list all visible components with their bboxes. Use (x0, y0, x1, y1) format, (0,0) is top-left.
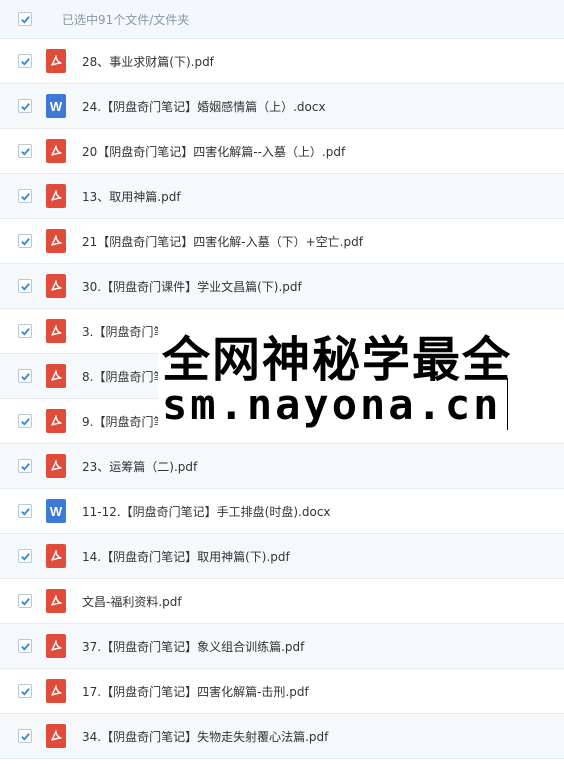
file-row[interactable]: 23、运筹篇（二).pdf (0, 444, 564, 489)
selection-header: 已选中91个文件/文件夹 (0, 0, 564, 39)
checkmark-icon (20, 507, 30, 516)
file-row[interactable]: W 11-12.【阴盘奇门笔记】手工排盘(时盘).docx (0, 489, 564, 534)
pdf-file-icon (46, 184, 66, 208)
checkmark-icon (20, 552, 30, 561)
file-checkbox[interactable] (18, 504, 32, 518)
file-checkbox[interactable] (18, 414, 32, 428)
pdf-file-icon (46, 229, 66, 253)
file-row[interactable]: 21【阴盘奇门笔记】四害化解-入墓（下）+空亡.pdf (0, 219, 564, 264)
file-name[interactable]: 9.【阴盘奇门笔 (82, 413, 165, 430)
file-checkbox[interactable] (18, 279, 32, 293)
file-row[interactable]: 28、事业求财篇(下).pdf (0, 39, 564, 84)
file-row[interactable]: 13、取用神篇.pdf (0, 174, 564, 219)
file-name[interactable]: 24.【阴盘奇门笔记】婚姻感情篇（上）.docx (82, 98, 326, 115)
file-name[interactable]: 28、事业求财篇(下).pdf (82, 53, 214, 70)
pdf-file-icon (46, 454, 66, 478)
file-checkbox[interactable] (18, 324, 32, 338)
checkmark-icon (20, 642, 30, 651)
file-name[interactable]: 11-12.【阴盘奇门笔记】手工排盘(时盘).docx (82, 503, 331, 520)
file-checkbox[interactable] (18, 144, 32, 158)
file-checkbox[interactable] (18, 99, 32, 113)
file-row[interactable]: 34.【阴盘奇门笔记】失物走失射覆心法篇.pdf (0, 714, 564, 759)
checkmark-icon (20, 597, 30, 606)
pdf-file-icon (46, 274, 66, 298)
file-name[interactable]: 30.【阴盘奇门课件】学业文昌篇(下).pdf (82, 278, 302, 295)
file-checkbox[interactable] (18, 234, 32, 248)
word-file-icon: W (46, 94, 66, 118)
file-row[interactable]: 20【阴盘奇门笔记】四害化解篇--入墓（上）.pdf (0, 129, 564, 174)
file-name[interactable]: 20【阴盘奇门笔记】四害化解篇--入墓（上）.pdf (82, 143, 345, 160)
file-checkbox[interactable] (18, 594, 32, 608)
pdf-file-icon (46, 634, 66, 658)
checkmark-icon (20, 372, 30, 381)
pdf-file-icon (46, 724, 66, 748)
pdf-file-icon (46, 679, 66, 703)
checkmark-icon (20, 15, 30, 24)
file-checkbox[interactable] (18, 459, 32, 473)
pdf-file-icon (46, 409, 66, 433)
file-name[interactable]: 34.【阴盘奇门笔记】失物走失射覆心法篇.pdf (82, 728, 328, 745)
file-checkbox[interactable] (18, 639, 32, 653)
file-name[interactable]: 14.【阴盘奇门笔记】取用神篇(下).pdf (82, 548, 290, 565)
checkmark-icon (20, 192, 30, 201)
word-file-icon: W (46, 499, 66, 523)
checkmark-icon (20, 327, 30, 336)
file-checkbox[interactable] (18, 549, 32, 563)
checkmark-icon (20, 282, 30, 291)
file-row[interactable]: 文昌-福利资料.pdf (0, 579, 564, 624)
file-name[interactable]: 8.【阴盘奇门笔 (82, 368, 165, 385)
checkmark-icon (20, 462, 30, 471)
file-row[interactable]: W 24.【阴盘奇门笔记】婚姻感情篇（上）.docx (0, 84, 564, 129)
pdf-file-icon (46, 544, 66, 568)
file-checkbox[interactable] (18, 729, 32, 743)
checkmark-icon (20, 102, 30, 111)
watermark-overlay: 全网神秘学最全 sm.nayona.cn (158, 318, 564, 436)
checkmark-icon (20, 732, 30, 741)
file-checkbox[interactable] (18, 369, 32, 383)
selected-count-label: 已选中91个文件/文件夹 (62, 12, 190, 27)
file-name[interactable]: 3.【阴盘奇门笔 (82, 323, 165, 340)
file-name[interactable]: 23、运筹篇（二).pdf (82, 458, 197, 475)
file-checkbox[interactable] (18, 189, 32, 203)
pdf-file-icon (46, 139, 66, 163)
pdf-file-icon (46, 364, 66, 388)
file-row[interactable]: 30.【阴盘奇门课件】学业文昌篇(下).pdf (0, 264, 564, 309)
pdf-file-icon (46, 49, 66, 73)
text-caret (507, 378, 508, 430)
checkmark-icon (20, 147, 30, 156)
pdf-file-icon (46, 589, 66, 613)
pdf-file-icon (46, 319, 66, 343)
file-row[interactable]: 14.【阴盘奇门笔记】取用神篇(下).pdf (0, 534, 564, 579)
file-name[interactable]: 21【阴盘奇门笔记】四害化解-入墓（下）+空亡.pdf (82, 233, 363, 250)
file-row[interactable]: 17.【阴盘奇门笔记】四害化解篇-击刑.pdf (0, 669, 564, 714)
file-checkbox[interactable] (18, 684, 32, 698)
file-row[interactable]: 37.【阴盘奇门笔记】象义组合训练篇.pdf (0, 624, 564, 669)
file-name[interactable]: 13、取用神篇.pdf (82, 188, 181, 205)
watermark-url: sm.nayona.cn (162, 380, 502, 429)
checkmark-icon (20, 687, 30, 696)
checkmark-icon (20, 417, 30, 426)
checkmark-icon (20, 237, 30, 246)
file-name[interactable]: 37.【阴盘奇门笔记】象义组合训练篇.pdf (82, 638, 304, 655)
file-name[interactable]: 17.【阴盘奇门笔记】四害化解篇-击刑.pdf (82, 683, 309, 700)
select-all-checkbox[interactable] (18, 12, 32, 26)
checkmark-icon (20, 57, 30, 66)
file-checkbox[interactable] (18, 54, 32, 68)
file-name[interactable]: 文昌-福利资料.pdf (82, 593, 182, 610)
